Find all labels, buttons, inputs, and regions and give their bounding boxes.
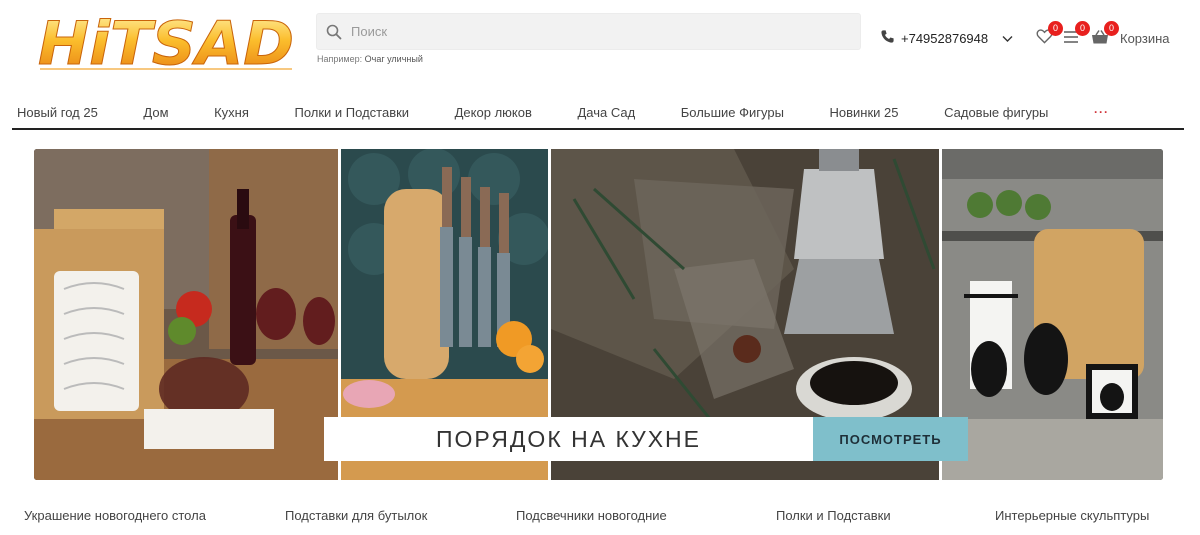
- site-logo[interactable]: HiTSAD: [36, 8, 298, 75]
- cart-button[interactable]: 0: [1090, 21, 1119, 49]
- search-hint-example[interactable]: Очаг уличный: [365, 54, 423, 64]
- nav-more-icon[interactable]: ···: [1094, 105, 1179, 119]
- chevron-down-icon[interactable]: [1002, 31, 1013, 46]
- category-link-new-year-table[interactable]: Украшение новогоднего стола: [24, 508, 206, 523]
- search-hint: Например: Очаг уличный: [317, 54, 423, 64]
- banner-photo-wine: [34, 149, 338, 480]
- nav-item-kitchen[interactable]: Кухня: [214, 105, 249, 120]
- main-nav: Новый год 25 Дом Кухня Полки и Подставки…: [12, 96, 1184, 130]
- category-link-shelves[interactable]: Полки и Подставки: [776, 508, 891, 523]
- nav-item-garden[interactable]: Дача Сад: [577, 105, 635, 120]
- logo-text: HiTSAD: [38, 9, 294, 74]
- wishlist-button[interactable]: 0: [1034, 21, 1063, 49]
- logo-graphic: HiTSAD: [38, 9, 295, 75]
- category-link-sculptures[interactable]: Интерьерные скульптуры: [995, 508, 1149, 523]
- hero-banner[interactable]: ПОРЯДОК НА КУХНЕ ПОСМОТРЕТЬ: [34, 149, 1163, 480]
- category-link-candle-holders[interactable]: Подсвечники новогодние: [516, 508, 667, 523]
- nav-item-new-year[interactable]: Новый год 25: [17, 105, 98, 120]
- search-hint-prefix: Например:: [317, 54, 363, 64]
- nav-item-new-arrivals[interactable]: Новинки 25: [830, 105, 899, 120]
- phone-dropdown[interactable]: +74952876948: [880, 29, 1013, 47]
- compare-button[interactable]: 0: [1061, 21, 1090, 49]
- nav-item-home[interactable]: Дом: [143, 105, 168, 120]
- nav-item-garden-figures[interactable]: Садовые фигуры: [944, 105, 1048, 120]
- search-input[interactable]: [351, 14, 860, 49]
- category-strip: Украшение новогоднего стола Подставки дл…: [0, 508, 1200, 528]
- banner-photo-cats: [942, 149, 1163, 480]
- nav-item-shelves[interactable]: Полки и Подставки: [294, 105, 409, 120]
- cart-label[interactable]: Корзина: [1120, 31, 1170, 46]
- banner-view-button[interactable]: ПОСМОТРЕТЬ: [813, 417, 968, 461]
- phone-number[interactable]: +74952876948: [901, 31, 988, 46]
- nav-item-manhole-decor[interactable]: Декор люков: [455, 105, 532, 120]
- banner-title: ПОРЯДОК НА КУХНЕ: [324, 417, 813, 461]
- search-icon[interactable]: [317, 14, 351, 50]
- category-link-bottle-stands[interactable]: Подставки для бутылок: [285, 508, 427, 523]
- search-bar: [316, 13, 861, 50]
- compare-count-badge: 0: [1075, 21, 1090, 36]
- nav-item-big-figures[interactable]: Большие Фигуры: [681, 105, 784, 120]
- cart-count-badge: 0: [1104, 21, 1119, 36]
- phone-icon: [880, 29, 895, 47]
